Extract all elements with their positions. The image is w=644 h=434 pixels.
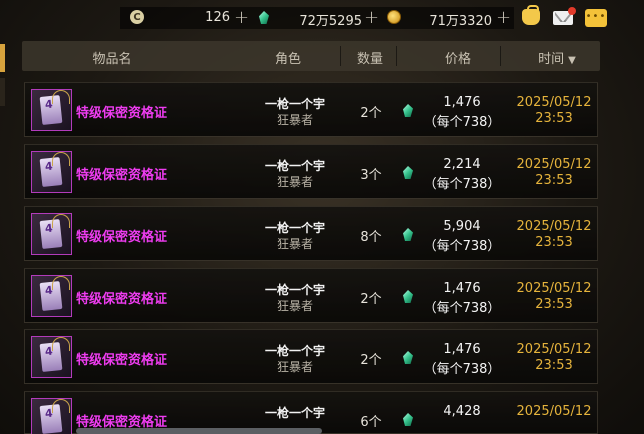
lanyard-icon — [52, 90, 70, 104]
lanyard-icon — [52, 152, 70, 166]
table-row[interactable]: 4 特级保密资格证 一枪一个宇 狂暴者 2个 1,476 （每个738） 202… — [24, 82, 598, 137]
quantity: 2个 — [360, 106, 382, 121]
item-thumbnail: 4 — [31, 398, 72, 434]
header-divider — [500, 46, 501, 66]
unit-price: （每个738） — [423, 239, 501, 254]
role-name: 一枪一个宇 — [264, 344, 325, 358]
table-row[interactable]: 4 特级保密资格证 一枪一个宇 狂暴者 3个 2,214 （每个738） 202… — [24, 144, 598, 199]
gem-add-button[interactable]: + — [364, 7, 379, 28]
trade-date: 2025/05/12 — [516, 157, 592, 172]
item-name: 特级保密资格证 — [76, 168, 168, 183]
unit-price: （每个738） — [423, 301, 501, 316]
sort-desc-icon: ▼ — [568, 55, 576, 66]
trade-date: 2025/05/12 — [516, 404, 592, 419]
lanyard-icon — [52, 214, 70, 228]
header-divider — [396, 46, 397, 66]
item-name: 特级保密资格证 — [76, 106, 168, 121]
gem-icon — [403, 290, 413, 303]
side-tab[interactable] — [0, 78, 5, 106]
total-price: 1,476 — [443, 95, 481, 110]
trade-time: 23:53 — [535, 111, 573, 126]
trade-date: 2025/05/12 — [516, 342, 592, 357]
total-price: 4,428 — [443, 404, 481, 419]
column-item-name: 物品名 — [92, 52, 132, 67]
horizontal-scrollbar[interactable] — [76, 428, 322, 434]
role-class: 狂暴者 — [276, 360, 313, 374]
lanyard-icon — [52, 276, 70, 290]
unit-price: （每个738） — [423, 362, 501, 377]
role-name: 一枪一个宇 — [264, 159, 325, 173]
total-price: 2,214 — [443, 157, 481, 172]
trade-time: 23:53 — [535, 173, 573, 188]
column-time-sort[interactable]: 时间 ▼ — [522, 48, 592, 67]
role-class: 狂暴者 — [276, 299, 313, 313]
role-name: 一枪一个宇 — [264, 221, 325, 235]
currency-bar: C 126 + 72万5295 + 71万3320 + ••• — [0, 0, 644, 36]
gold-value: 71万3320 — [429, 14, 492, 29]
unit-price: （每个738） — [423, 115, 501, 130]
item-name: 特级保密资格证 — [76, 230, 168, 245]
quantity: 6个 — [360, 415, 382, 430]
gem-icon — [403, 228, 413, 241]
role-class: 狂暴者 — [276, 175, 313, 189]
role-name: 一枪一个宇 — [264, 406, 325, 420]
item-name: 特级保密资格证 — [76, 292, 168, 307]
column-time-label: 时间 — [538, 52, 565, 67]
lanyard-icon — [52, 399, 70, 413]
item-thumbnail: 4 — [31, 89, 72, 131]
column-price: 价格 — [444, 52, 471, 67]
c-coin-icon: C — [130, 10, 144, 24]
item-name: 特级保密资格证 — [76, 353, 168, 368]
trade-date: 2025/05/12 — [516, 95, 592, 110]
item-thumbnail: 4 — [31, 336, 72, 378]
c-coin-value: 126 — [205, 10, 230, 25]
item-thumbnail: 4 — [31, 213, 72, 255]
item-thumbnail: 4 — [31, 275, 72, 317]
role-name: 一枪一个宇 — [264, 97, 325, 111]
role-class: 狂暴者 — [276, 237, 313, 251]
quantity: 3个 — [360, 168, 382, 183]
chat-icon[interactable]: ••• — [585, 9, 607, 27]
role-class: 狂暴者 — [276, 113, 313, 127]
table-row[interactable]: 4 特级保密资格证 一枪一个宇 狂暴者 2个 1,476 （每个738） 202… — [24, 329, 598, 384]
gem-value: 72万5295 — [299, 14, 362, 29]
trade-date: 2025/05/12 — [516, 281, 592, 296]
quantity: 8个 — [360, 230, 382, 245]
header-divider — [340, 46, 341, 66]
column-role: 角色 — [274, 52, 301, 67]
total-price: 1,476 — [443, 342, 481, 357]
gem-icon — [403, 351, 413, 364]
trade-time: 23:53 — [535, 358, 573, 373]
table-row[interactable]: 4 特级保密资格证 一枪一个宇 狂暴者 8个 5,904 （每个738） 202… — [24, 206, 598, 261]
lanyard-icon — [52, 337, 70, 351]
table-header: 物品名 角色 数量 价格 时间 ▼ — [22, 41, 600, 71]
side-tab-active[interactable] — [0, 44, 5, 72]
trade-time: 23:53 — [535, 297, 573, 312]
column-quantity: 数量 — [356, 52, 383, 67]
gem-icon — [403, 166, 413, 179]
trade-time: 23:53 — [535, 235, 573, 250]
c-coin-add-button[interactable]: + — [234, 7, 249, 28]
quantity: 2个 — [360, 353, 382, 368]
item-thumbnail: 4 — [31, 151, 72, 193]
gold-add-button[interactable]: + — [496, 7, 511, 28]
quantity: 2个 — [360, 292, 382, 307]
total-price: 1,476 — [443, 281, 481, 296]
trade-date: 2025/05/12 — [516, 219, 592, 234]
gem-icon — [403, 104, 413, 117]
gold-coin-icon — [387, 10, 401, 24]
mail-notification-dot — [568, 7, 576, 15]
unit-price: （每个738） — [423, 177, 501, 192]
total-price: 5,904 — [443, 219, 481, 234]
role-name: 一枪一个宇 — [264, 283, 325, 297]
bag-icon[interactable] — [522, 5, 540, 25]
table-row[interactable]: 4 特级保密资格证 一枪一个宇 狂暴者 2个 1,476 （每个738） 202… — [24, 268, 598, 323]
gem-icon — [403, 413, 413, 426]
